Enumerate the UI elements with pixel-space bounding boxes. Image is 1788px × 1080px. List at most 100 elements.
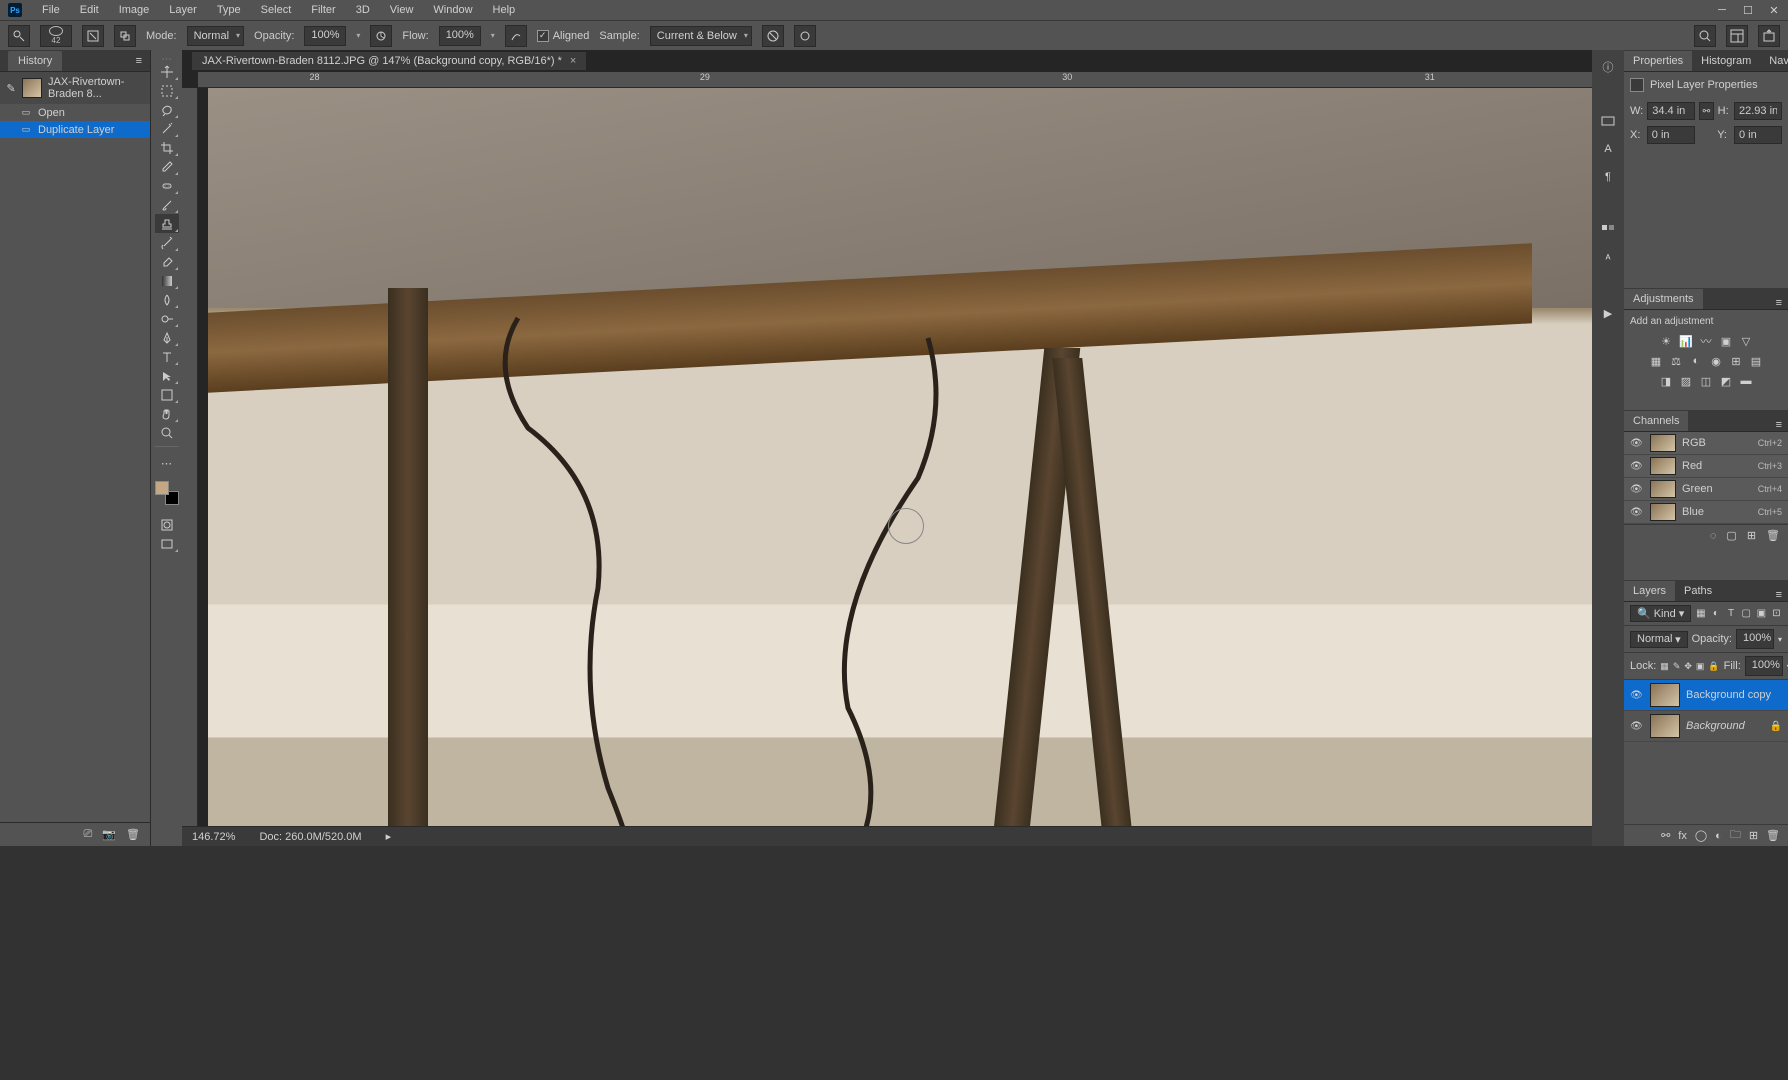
character-panel-icon[interactable]: A (1597, 138, 1619, 160)
actions-panel-icon[interactable]: ▶ (1597, 302, 1619, 324)
bw-icon[interactable]: ◐ (1688, 353, 1704, 369)
color-panel-icon[interactable] (1597, 110, 1619, 132)
mode-select[interactable]: Normal (187, 26, 244, 46)
blend-mode-select[interactable]: Normal▾ (1630, 631, 1688, 648)
adjustments-tab[interactable]: Adjustments (1624, 289, 1703, 309)
mask-icon[interactable]: ◯ (1695, 829, 1707, 842)
close-tab-icon[interactable]: × (570, 55, 576, 67)
exposure-icon[interactable]: ▣ (1718, 333, 1734, 349)
navigator-tab[interactable]: Navigator (1760, 51, 1788, 71)
channel-red[interactable]: 👁RedCtrl+3 (1624, 455, 1788, 478)
layer-name[interactable]: Background copy (1686, 689, 1782, 701)
panel-menu-icon[interactable]: ≡ (1770, 589, 1788, 601)
eraser-tool[interactable] (155, 252, 179, 271)
channel-mixer-icon[interactable]: ⊞ (1728, 353, 1744, 369)
trash-icon[interactable]: 🗑 (1766, 829, 1780, 842)
lock-pixels-icon[interactable]: ▦ (1660, 659, 1669, 673)
workspace-icon[interactable] (1726, 25, 1748, 47)
layer-row-copy[interactable]: 👁 Background copy (1624, 680, 1788, 711)
brightness-icon[interactable]: ☀ (1658, 333, 1674, 349)
adjustment-layer-icon[interactable]: ◐ (1715, 830, 1722, 842)
history-item-open[interactable]: ▭ Open (0, 104, 150, 121)
maximize-button[interactable]: ☐ (1742, 4, 1754, 16)
paths-tab[interactable]: Paths (1675, 581, 1721, 601)
lock-move-icon[interactable]: ✥ (1684, 659, 1692, 673)
swatches-panel-icon[interactable] (1597, 220, 1619, 242)
history-item-duplicate[interactable]: ▭ Duplicate Layer (0, 121, 150, 138)
gradient-map-icon[interactable]: ▬ (1738, 373, 1754, 389)
airbrush-icon[interactable] (505, 25, 527, 47)
pen-tool[interactable] (155, 328, 179, 347)
foreground-swatch[interactable] (155, 481, 169, 495)
status-arrow-icon[interactable]: ▸ (386, 830, 392, 843)
eye-icon[interactable]: 👁 (1630, 438, 1644, 449)
lasso-tool[interactable] (155, 100, 179, 119)
layer-fill-input[interactable]: 100% (1745, 656, 1783, 676)
history-snapshot[interactable]: ✎ JAX-Rivertown-Braden 8... (0, 72, 150, 104)
group-icon[interactable]: 🗀 (1730, 826, 1741, 845)
clone-source-icon[interactable] (114, 25, 136, 47)
properties-tab[interactable]: Properties (1624, 51, 1692, 71)
info-panel-icon[interactable]: ⓘ (1597, 56, 1619, 78)
panel-menu-icon[interactable]: ≡ (1770, 297, 1788, 309)
close-button[interactable]: ✕ (1768, 4, 1780, 16)
history-tab[interactable]: History (8, 51, 62, 71)
fx-icon[interactable]: fx (1678, 830, 1687, 842)
colbal-icon[interactable]: ⚖ (1668, 353, 1684, 369)
filter-pixel-icon[interactable]: ▦ (1695, 607, 1706, 621)
lock-all-icon[interactable]: 🔒 (1708, 659, 1719, 673)
channel-blue[interactable]: 👁BlueCtrl+5 (1624, 501, 1788, 524)
dodge-tool[interactable] (155, 309, 179, 328)
eye-icon[interactable]: 👁 (1630, 507, 1644, 518)
load-selection-icon[interactable]: ◌ (1710, 530, 1717, 542)
new-layer-icon[interactable]: ⊞ (1749, 829, 1758, 842)
brush-preset-picker[interactable]: 42 (40, 25, 72, 47)
lut-icon[interactable]: ▤ (1748, 353, 1764, 369)
edit-toolbar[interactable]: ⋯ (155, 454, 179, 473)
filter-type-icon[interactable]: T (1726, 607, 1737, 621)
lock-artboard-icon[interactable]: ▣ (1696, 659, 1705, 673)
hand-tool[interactable] (155, 404, 179, 423)
paragraph-panel-icon[interactable]: ¶ (1597, 166, 1619, 188)
brush-settings-icon[interactable] (82, 25, 104, 47)
document-tab[interactable]: JAX-Rivertown-Braden 8112.JPG @ 147% (Ba… (192, 52, 586, 70)
menu-view[interactable]: View (380, 1, 424, 19)
ignore-adjustment-icon[interactable] (762, 25, 784, 47)
layer-thumb[interactable] (1650, 714, 1680, 738)
opacity-input[interactable]: 100% (304, 26, 346, 46)
save-selection-icon[interactable]: ▢ (1726, 529, 1736, 542)
menu-edit[interactable]: Edit (70, 1, 109, 19)
panel-menu-icon[interactable]: ≡ (136, 55, 142, 67)
brush-tool[interactable] (155, 195, 179, 214)
filter-kind-select[interactable]: 🔍Kind▾ (1630, 605, 1691, 622)
menu-select[interactable]: Select (251, 1, 302, 19)
trash-icon[interactable]: 🗑 (126, 828, 140, 841)
doc-info[interactable]: Doc: 260.0M/520.0M (259, 831, 361, 843)
threshold-icon[interactable]: ◫ (1698, 373, 1714, 389)
filter-toggle[interactable]: ⊡ (1771, 607, 1782, 621)
glyphs-panel-icon[interactable]: ᴬ (1597, 248, 1619, 270)
channel-rgb[interactable]: 👁RGBCtrl+2 (1624, 432, 1788, 455)
gradient-tool[interactable] (155, 271, 179, 290)
x-input[interactable] (1647, 126, 1695, 144)
eyedropper-tool[interactable] (155, 157, 179, 176)
flow-input[interactable]: 100% (439, 26, 481, 46)
histogram-tab[interactable]: Histogram (1692, 51, 1760, 71)
zoom-level[interactable]: 146.72% (192, 831, 235, 843)
menu-image[interactable]: Image (109, 1, 160, 19)
zoom-tool[interactable] (155, 423, 179, 442)
opacity-pressure-icon[interactable] (370, 25, 392, 47)
search-icon[interactable] (1694, 25, 1716, 47)
path-selection-tool[interactable] (155, 366, 179, 385)
marquee-tool[interactable] (155, 81, 179, 100)
tool-preset-picker[interactable] (8, 25, 30, 47)
layer-name[interactable]: Background (1686, 720, 1764, 732)
shape-tool[interactable] (155, 385, 179, 404)
eye-icon[interactable]: 👁 (1630, 484, 1644, 495)
menu-3d[interactable]: 3D (346, 1, 380, 19)
layers-tab[interactable]: Layers (1624, 581, 1675, 601)
panel-menu-icon[interactable]: ≡ (1770, 419, 1788, 431)
layer-row-background[interactable]: 👁 Background 🔒 (1624, 711, 1788, 742)
stamp-tool[interactable] (155, 214, 179, 233)
menu-layer[interactable]: Layer (159, 1, 207, 19)
